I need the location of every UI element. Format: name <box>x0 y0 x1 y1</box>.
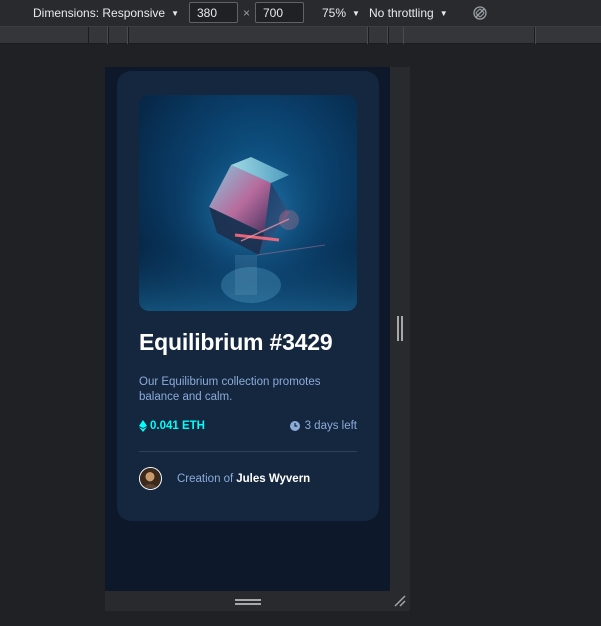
resize-handle-right[interactable] <box>397 316 403 341</box>
dimensions-dropdown[interactable]: Dimensions: Responsive ▼ <box>33 0 179 26</box>
rotate-icon[interactable] <box>472 5 488 21</box>
ethereum-icon <box>139 420 147 432</box>
throttling-dropdown[interactable]: No throttling ▼ <box>369 0 448 26</box>
width-input[interactable]: 380 <box>189 2 238 23</box>
dimensions-label: Dimensions: Responsive <box>33 6 166 20</box>
throttling-label: No throttling <box>369 6 434 20</box>
zoom-dropdown[interactable]: 75% ▼ <box>322 0 360 26</box>
nft-title[interactable]: Equilibrium #3429 <box>139 329 369 356</box>
zoom-label: 75% <box>322 6 347 20</box>
creator: Creation of Jules Wyvern <box>139 467 310 490</box>
resize-handle-bottom[interactable] <box>235 599 261 605</box>
media-query-ruler[interactable] <box>0 26 601 44</box>
time-left-value: 3 days left <box>304 420 357 432</box>
cube-illustration <box>139 135 357 311</box>
nft-image[interactable] <box>139 95 357 311</box>
creator-prefix: Creation of <box>177 472 234 485</box>
height-input[interactable]: 700 <box>255 2 304 23</box>
dimension-separator: × <box>243 6 251 20</box>
clock-icon <box>289 421 300 431</box>
creator-label: Creation of Jules Wyvern <box>177 473 310 485</box>
device-viewport: Equilibrium #3429 Our Equilibrium collec… <box>105 67 390 591</box>
time-left: 3 days left <box>289 420 357 432</box>
divider <box>139 451 357 452</box>
resize-corner-icon[interactable] <box>393 594 407 608</box>
nft-card: Equilibrium #3429 Our Equilibrium collec… <box>117 71 379 521</box>
nft-description: Our Equilibrium collection promotes bala… <box>139 376 321 403</box>
creator-name-link[interactable]: Jules Wyvern <box>236 473 310 485</box>
chevron-down-icon: ▼ <box>171 8 179 18</box>
chevron-down-icon: ▼ <box>439 8 448 18</box>
price: 0.041 ETH <box>139 420 205 432</box>
device-toolbar: Dimensions: Responsive ▼ 380 × 700 75% ▼… <box>0 0 601 26</box>
avatar <box>139 467 162 490</box>
price-value: 0.041 ETH <box>150 420 205 432</box>
chevron-down-icon: ▼ <box>352 8 360 18</box>
